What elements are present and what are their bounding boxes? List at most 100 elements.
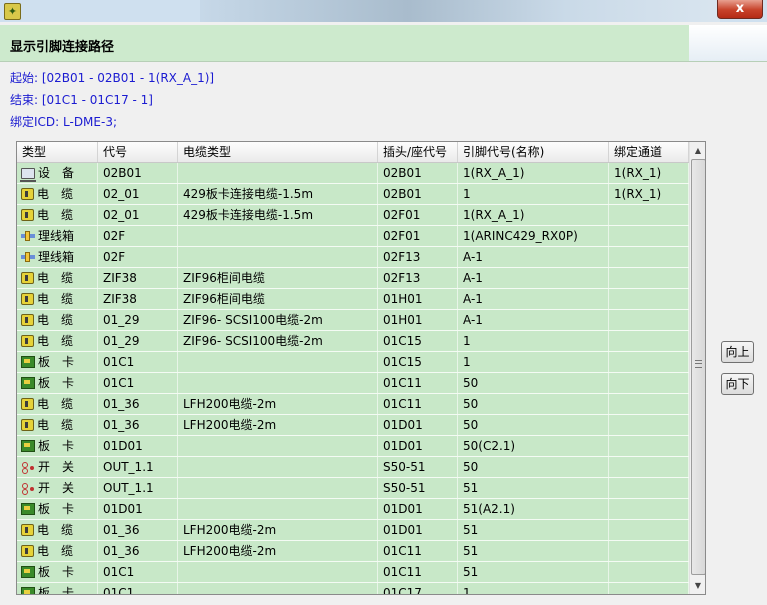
table-row[interactable]: 开 关 OUT_1.1 S50-51 50: [17, 457, 689, 478]
move-up-button[interactable]: 向上: [721, 341, 754, 363]
table-row[interactable]: 板 卡 01C1 01C17 1: [17, 583, 689, 594]
table-row[interactable]: 电 缆 01_36 LFH200电缆-2m 01C11 51: [17, 541, 689, 562]
cell-cable-type: ZIF96- SCSI100电缆-2m: [178, 310, 378, 330]
table-row[interactable]: 理线箱 02F 02F13 A-1: [17, 247, 689, 268]
table-row[interactable]: 电 缆 01_36 LFH200电缆-2m 01D01 50: [17, 415, 689, 436]
bound-icd-info: 绑定ICD: L-DME-3;: [10, 115, 118, 129]
cell-pin: 51: [458, 478, 609, 498]
cell-code: 01C1: [98, 583, 178, 594]
cell-pin: 1(ARINC429_RX0P): [458, 226, 609, 246]
cell-pin: 50: [458, 415, 609, 435]
switch-icon: [21, 461, 35, 474]
cell-cable-type: [178, 352, 378, 372]
column-header-channel[interactable]: 绑定通道: [609, 142, 689, 162]
cell-channel: [609, 268, 689, 288]
cell-type: 开 关: [17, 457, 98, 477]
cell-channel: [609, 436, 689, 456]
scroll-down-arrow-icon[interactable]: ▼: [690, 577, 705, 594]
table-row[interactable]: 板 卡 01C1 01C15 1: [17, 352, 689, 373]
cell-type-label: 电 缆: [37, 271, 74, 285]
cell-connector: 02B01: [378, 184, 458, 204]
board-card-icon: [21, 377, 35, 389]
cell-connector: 01D01: [378, 499, 458, 519]
cell-code: ZIF38: [98, 289, 178, 309]
table-row[interactable]: 电 缆 01_29 ZIF96- SCSI100电缆-2m 01H01 A-1: [17, 310, 689, 331]
cable-icon: [21, 314, 34, 326]
table-row[interactable]: 电 缆 ZIF38 ZIF96柜间电缆 02F13 A-1: [17, 268, 689, 289]
board-card-icon: [21, 503, 35, 515]
cell-cable-type: [178, 373, 378, 393]
table-row[interactable]: 板 卡 01D01 01D01 51(A2.1): [17, 499, 689, 520]
cell-pin: 50(C2.1): [458, 436, 609, 456]
wiring-box-icon: [21, 252, 35, 262]
table-row[interactable]: 开 关 OUT_1.1 S50-51 51: [17, 478, 689, 499]
cell-type-label: 理线箱: [38, 250, 75, 264]
cable-icon: [21, 209, 34, 221]
cell-channel: [609, 583, 689, 594]
cell-type: 电 缆: [17, 520, 98, 540]
cell-cable-type: 429板卡连接电缆-1.5m: [178, 205, 378, 225]
cell-connector: 02F13: [378, 268, 458, 288]
cell-code: 01_29: [98, 331, 178, 351]
cell-cable-type: [178, 436, 378, 456]
cell-connector: 01C11: [378, 373, 458, 393]
cell-connector: S50-51: [378, 478, 458, 498]
column-header-type[interactable]: 类型: [17, 142, 98, 162]
cell-channel: [609, 562, 689, 582]
cable-icon: [21, 272, 34, 284]
table-row[interactable]: 电 缆 ZIF38 ZIF96柜间电缆 01H01 A-1: [17, 289, 689, 310]
cell-code: 01_36: [98, 520, 178, 540]
column-header-pin[interactable]: 引脚代号(名称): [458, 142, 609, 162]
table-row[interactable]: 电 缆 02_01 429板卡连接电缆-1.5m 02F01 1(RX_A_1): [17, 205, 689, 226]
cell-connector: 02F01: [378, 226, 458, 246]
close-button[interactable]: x: [717, 0, 763, 19]
cell-type-label: 开 关: [38, 481, 75, 495]
cell-cable-type: [178, 163, 378, 183]
wiring-box-icon: [21, 231, 35, 241]
cell-type-label: 开 关: [38, 460, 75, 474]
cell-cable-type: LFH200电缆-2m: [178, 541, 378, 561]
cell-cable-type: [178, 499, 378, 519]
column-header-code[interactable]: 代号: [98, 142, 178, 162]
cell-type: 电 缆: [17, 541, 98, 561]
cell-type: 板 卡: [17, 583, 98, 594]
table-body: 设 备 02B01 02B01 1(RX_A_1) 1(RX_1) 电 缆 02_01 429…: [17, 163, 689, 594]
cell-type-label: 板 卡: [38, 355, 75, 369]
table-row[interactable]: 板 卡 01D01 01D01 50(C2.1): [17, 436, 689, 457]
move-down-button[interactable]: 向下: [721, 373, 754, 395]
vertical-scrollbar[interactable]: ▲ ▼: [689, 142, 705, 594]
cell-type: 电 缆: [17, 184, 98, 204]
cell-type-label: 电 缆: [37, 418, 74, 432]
scroll-up-arrow-icon[interactable]: ▲: [690, 142, 705, 159]
cell-code: OUT_1.1: [98, 478, 178, 498]
table-row[interactable]: 设 备 02B01 02B01 1(RX_A_1) 1(RX_1): [17, 163, 689, 184]
cell-pin: 51: [458, 541, 609, 561]
table-row[interactable]: 板 卡 01C1 01C11 50: [17, 373, 689, 394]
cell-pin: A-1: [458, 247, 609, 267]
cell-type-label: 板 卡: [38, 502, 75, 516]
cable-icon: [21, 545, 34, 557]
scrollbar-thumb[interactable]: [691, 159, 705, 575]
cell-type-label: 电 缆: [37, 334, 74, 348]
table-row[interactable]: 电 缆 01_29 ZIF96- SCSI100电缆-2m 01C15 1: [17, 331, 689, 352]
cell-type-label: 板 卡: [38, 376, 75, 390]
cell-type: 板 卡: [17, 436, 98, 456]
board-card-icon: [21, 356, 35, 368]
table-row[interactable]: 理线箱 02F 02F01 1(ARINC429_RX0P): [17, 226, 689, 247]
table-row[interactable]: 电 缆 01_36 LFH200电缆-2m 01C11 50: [17, 394, 689, 415]
cell-channel: [609, 331, 689, 351]
table-row[interactable]: 电 缆 02_01 429板卡连接电缆-1.5m 02B01 1 1(RX_1): [17, 184, 689, 205]
column-header-cable-type[interactable]: 电缆类型: [178, 142, 378, 162]
cable-icon: [21, 293, 34, 305]
cell-channel: [609, 415, 689, 435]
cell-type-label: 电 缆: [37, 292, 74, 306]
cell-cable-type: [178, 478, 378, 498]
column-header-connector[interactable]: 插头/座代号: [378, 142, 458, 162]
path-start-info: 起始: [02B01 - 02B01 - 1(RX_A_1)]: [10, 71, 215, 85]
cell-code: 02F: [98, 226, 178, 246]
cell-pin: 1: [458, 352, 609, 372]
table-row[interactable]: 板 卡 01C1 01C11 51: [17, 562, 689, 583]
cell-pin: 51: [458, 520, 609, 540]
cell-code: 01_36: [98, 394, 178, 414]
table-row[interactable]: 电 缆 01_36 LFH200电缆-2m 01D01 51: [17, 520, 689, 541]
